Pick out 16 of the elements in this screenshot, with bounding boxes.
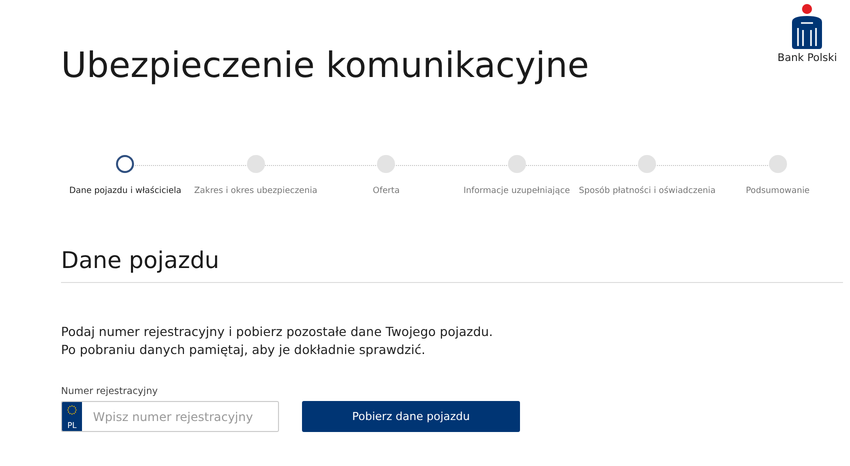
registration-field[interactable]: PL Wpisz numer rejestracyjny (61, 401, 279, 432)
field-label: Numer rejestracyjny (61, 386, 159, 397)
page-title: Ubezpieczenie komunikacyjne (61, 46, 590, 86)
intro-text: Podaj numer rejestracyjny i pobierz pozostałe dane Twojego pojazdu. (61, 323, 494, 341)
intro-text: Po pobraniu danych pamiętaj, aby je dokładnie sprawdzić. (61, 341, 426, 359)
step-label[interactable]: Informacje uzupełniające (463, 186, 570, 196)
plate-badge: PL (62, 402, 82, 431)
section-title: Dane pojazdu (61, 248, 843, 283)
logo-caption: Bank Polski (778, 52, 837, 64)
step-label[interactable]: Zakres i okres ubezpieczenia (194, 186, 318, 196)
stars-icon (67, 405, 77, 415)
step-label[interactable]: Dane pojazdu i właściciela (69, 186, 182, 196)
step-label[interactable]: Podsumowanie (746, 186, 810, 196)
fetch-data-button[interactable]: Pobierz dane pojazdu (302, 401, 520, 432)
step-label[interactable]: Oferta (372, 186, 400, 196)
step-label[interactable]: Sposób płatności i oświadczenia (578, 186, 716, 196)
